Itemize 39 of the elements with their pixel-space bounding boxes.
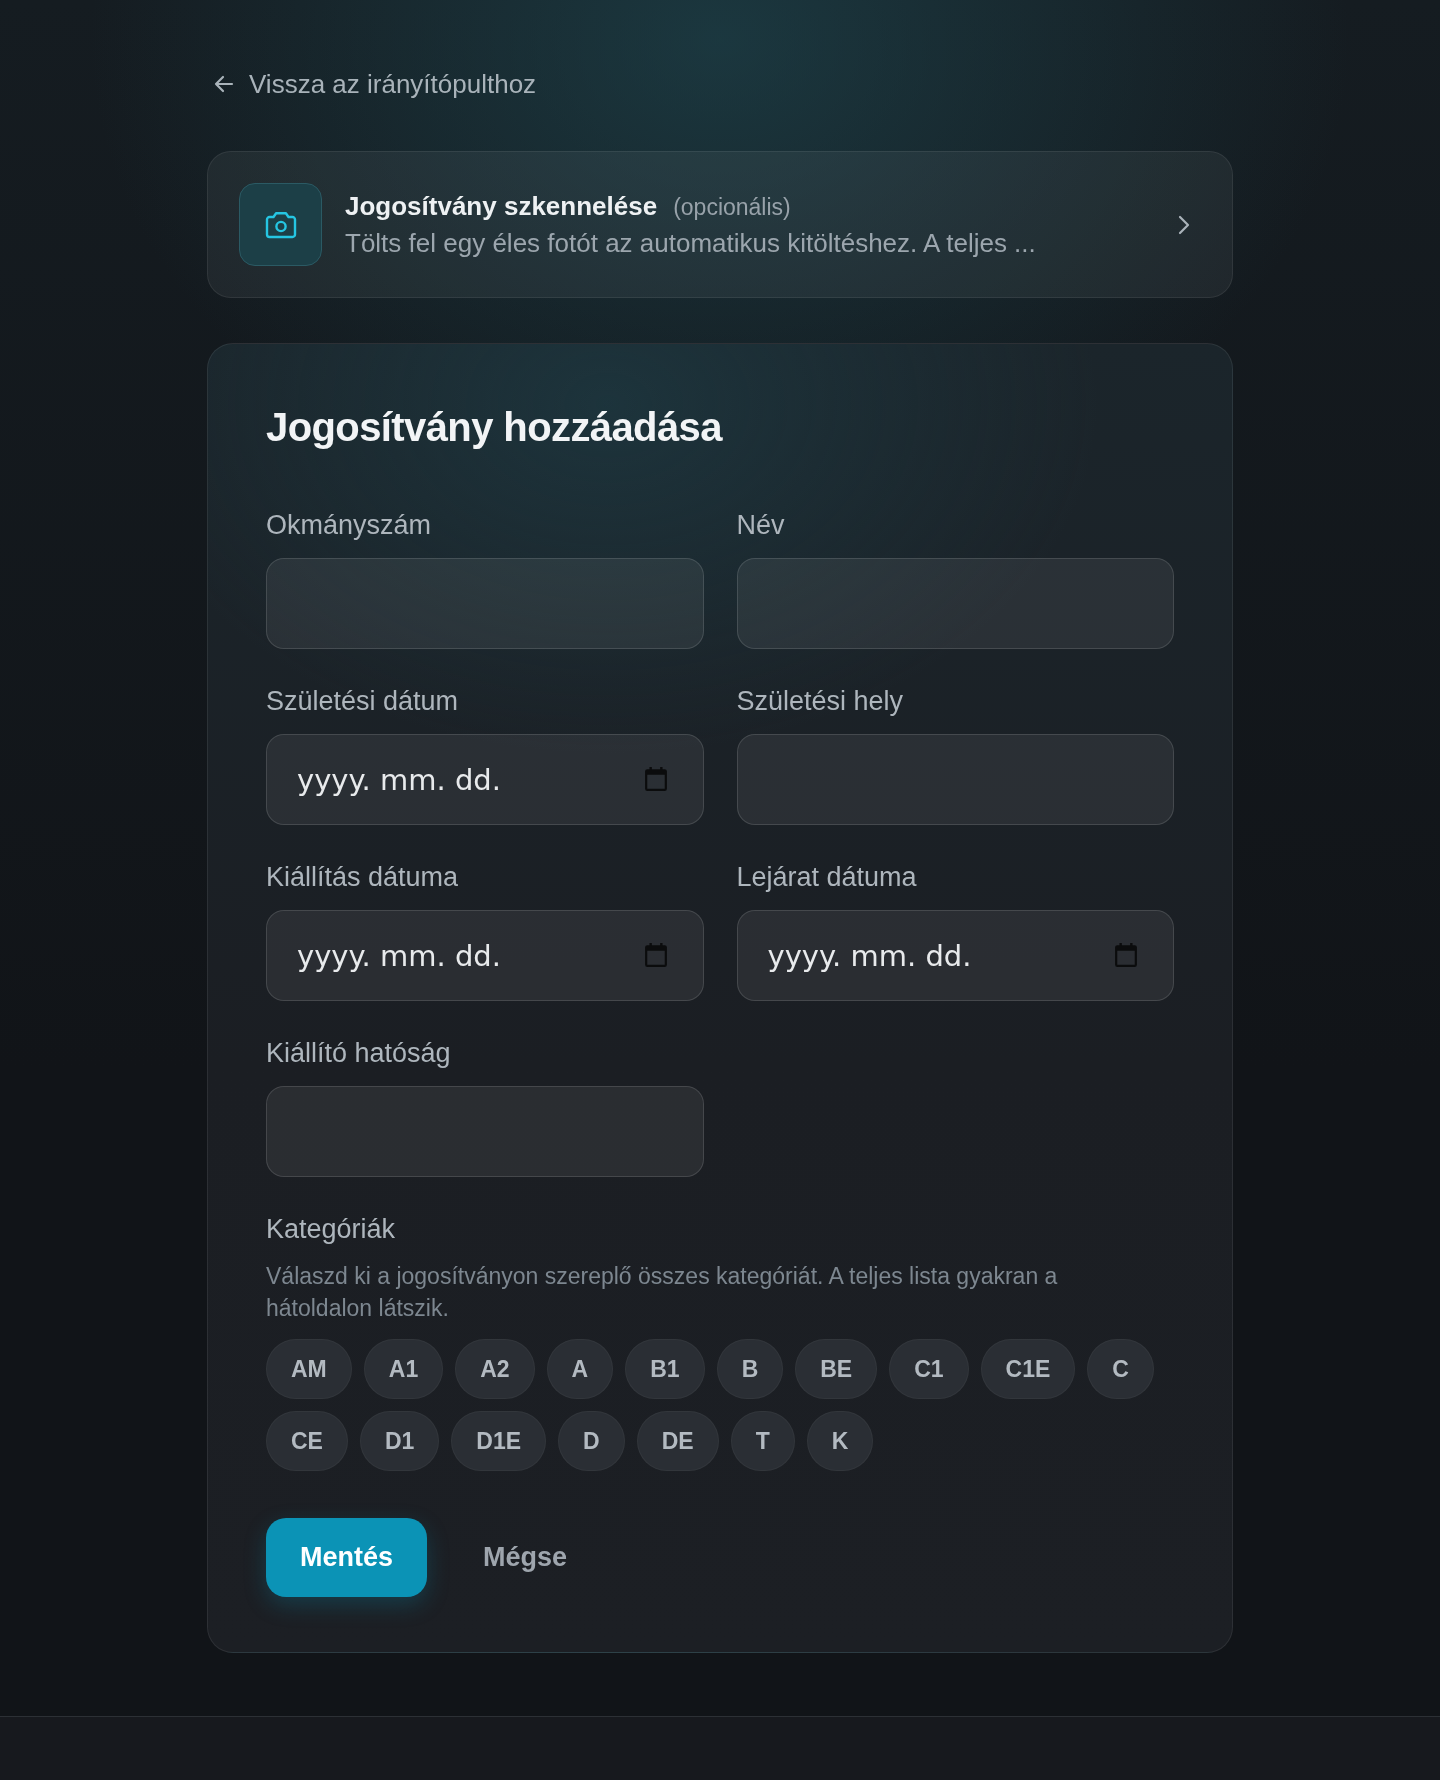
categories-label: Kategóriák <box>266 1213 396 1246</box>
category-chip[interactable]: A2 <box>455 1339 535 1399</box>
field-label: Születési dátum <box>266 685 459 718</box>
scan-card[interactable]: Jogosítvány szkennelése (opcionális) Tölts fel egy éles fotót az automatikus kitöltéshez. A teljes ... <box>207 151 1233 298</box>
category-chip[interactable]: C <box>1087 1339 1154 1399</box>
field-label: Kiállító hatóság <box>266 1037 451 1070</box>
category-chip[interactable]: A <box>546 1339 614 1399</box>
category-chip[interactable]: D1E <box>451 1411 547 1471</box>
categories-help-text: Válaszd ki a jogosítványon szereplő összes kategóriát. A teljes lista gyakran a hátoldalon látszik. <box>266 1262 1059 1323</box>
calendar-icon[interactable] <box>644 943 667 967</box>
category-chip[interactable]: B <box>716 1339 784 1399</box>
chevron-right-icon <box>1178 214 1190 235</box>
field-label: Okmányszám <box>266 509 432 542</box>
category-chip[interactable]: A1 <box>363 1339 444 1399</box>
category-chip[interactable]: C1 <box>889 1339 969 1399</box>
field-label: Születési hely <box>736 685 904 718</box>
category-chip[interactable]: C1E <box>980 1339 1076 1399</box>
form-title: Jogosítvány hozzáadása <box>266 404 722 451</box>
scan-title: Jogosítvány szkennelése <box>345 190 658 222</box>
camera-icon <box>239 183 322 266</box>
field-label: Kiállítás dátuma <box>266 861 459 894</box>
category-chip[interactable]: BE <box>795 1339 878 1399</box>
category-chip[interactable]: CE <box>266 1411 348 1471</box>
category-chip[interactable]: AM <box>266 1339 352 1399</box>
calendar-icon[interactable] <box>1115 943 1137 967</box>
category-chip[interactable]: D1 <box>359 1411 440 1471</box>
category-chip[interactable]: DE <box>636 1411 719 1471</box>
scan-description: Tölts fel egy éles fotót az automatikus kitöltéshez. A teljes ... <box>345 227 1036 259</box>
category-chip[interactable]: D <box>558 1411 625 1471</box>
field-label: Név <box>736 509 785 542</box>
category-chip[interactable]: K <box>806 1411 874 1471</box>
category-chip[interactable]: B1 <box>625 1339 705 1399</box>
save-button[interactable]: Mentés <box>266 1518 428 1597</box>
cancel-button[interactable]: Mégse <box>451 1518 600 1597</box>
optional-tag: (opcionális) <box>673 193 791 221</box>
category-chip[interactable]: T <box>730 1411 795 1471</box>
field-label: Lejárat dátuma <box>736 861 917 894</box>
back-link[interactable]: Vissza az irányítópulthoz <box>212 67 537 101</box>
calendar-icon[interactable] <box>644 767 667 791</box>
